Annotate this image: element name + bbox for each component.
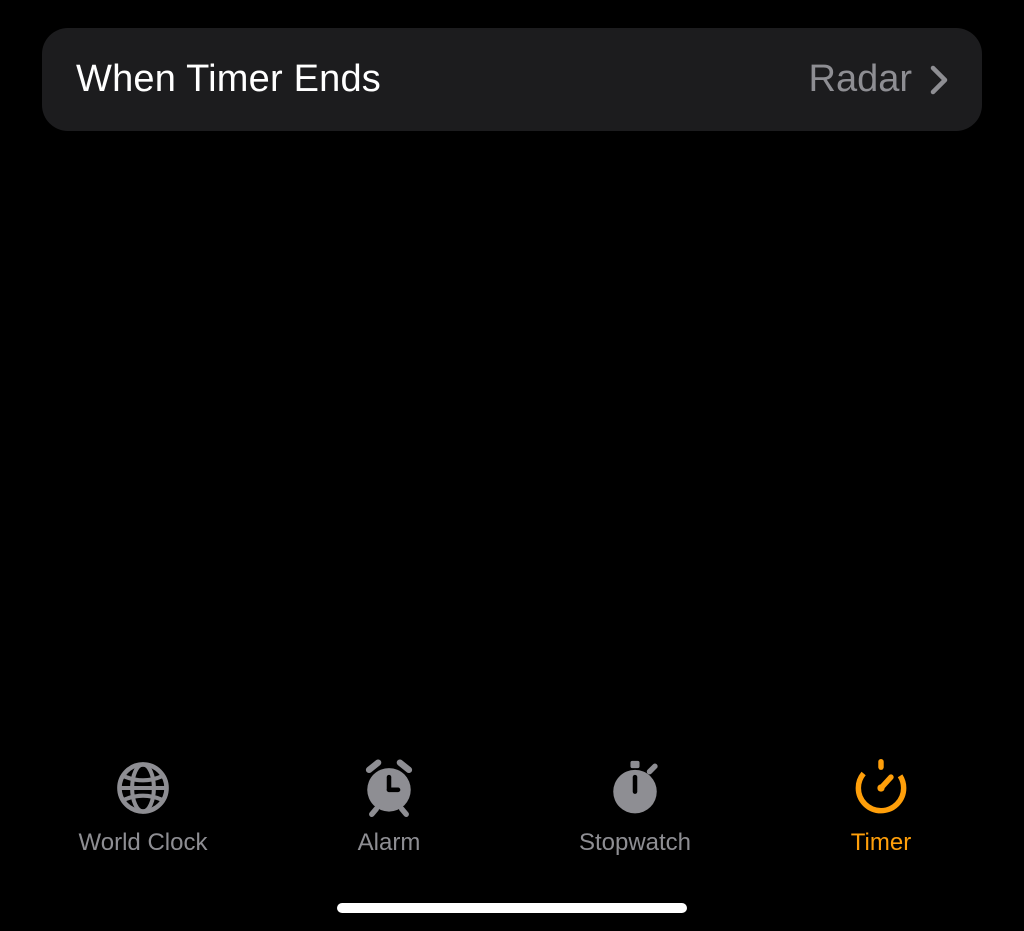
when-timer-ends-value: Radar xyxy=(809,58,913,101)
tab-stopwatch-label: Stopwatch xyxy=(579,829,691,857)
tab-world-clock-label: World Clock xyxy=(79,829,208,857)
chevron-right-icon xyxy=(930,65,948,95)
tab-timer-label: Timer xyxy=(851,829,911,857)
tab-alarm-label: Alarm xyxy=(358,829,421,857)
tab-alarm[interactable]: Alarm xyxy=(289,759,489,857)
tab-timer[interactable]: Timer xyxy=(781,759,981,857)
tab-stopwatch[interactable]: Stopwatch xyxy=(535,759,735,857)
tab-world-clock[interactable]: World Clock xyxy=(43,759,243,857)
globe-icon xyxy=(114,759,172,817)
when-timer-ends-label: When Timer Ends xyxy=(76,58,381,101)
home-indicator[interactable] xyxy=(337,903,687,913)
timer-icon xyxy=(852,759,910,817)
stopwatch-icon xyxy=(606,759,664,817)
alarm-clock-icon xyxy=(360,759,418,817)
when-timer-ends-row[interactable]: When Timer Ends Radar xyxy=(42,28,982,131)
when-timer-ends-value-wrap: Radar xyxy=(809,58,949,101)
